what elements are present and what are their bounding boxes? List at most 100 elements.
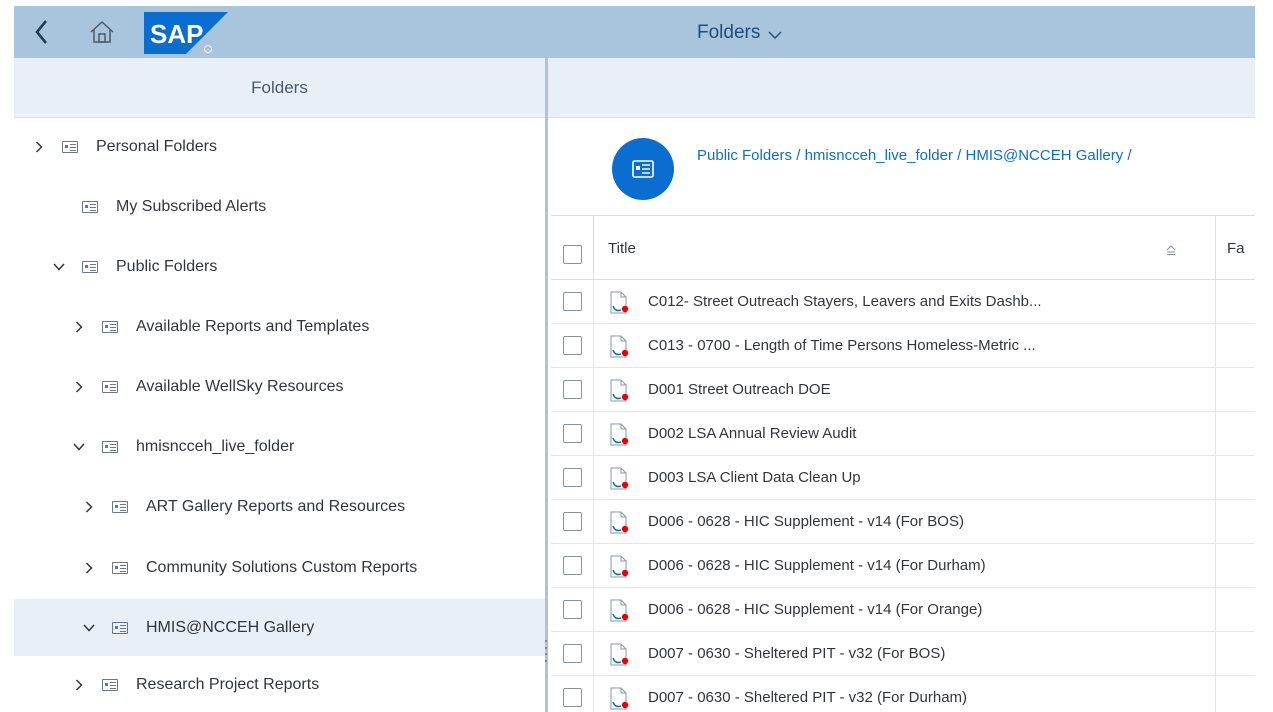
- row-select-cell: [551, 412, 594, 455]
- column-header-title[interactable]: Title: [608, 240, 636, 257]
- document-title-link[interactable]: D001 Street Outreach DOE: [648, 381, 831, 398]
- tree-item[interactable]: Community Solutions Custom Reports: [14, 537, 545, 599]
- chevron-right-icon[interactable]: [72, 320, 86, 334]
- folder-tree-title: Folders: [251, 77, 308, 97]
- table-body: C012- Street Outreach Stayers, Leavers a…: [551, 280, 1255, 712]
- tree-item-label: My Subscribed Alerts: [116, 198, 267, 215]
- chevron-right-icon[interactable]: [82, 561, 96, 575]
- table-row[interactable]: C012- Street Outreach Stayers, Leavers a…: [551, 280, 1255, 324]
- document-title-link[interactable]: D006 - 0628 - HIC Supplement - v14 (For …: [648, 557, 986, 574]
- document-title-link[interactable]: C012- Street Outreach Stayers, Leavers a…: [648, 293, 1042, 310]
- svg-text:SAP: SAP: [150, 19, 203, 49]
- folder-avatar: [612, 138, 674, 200]
- crystal-report-icon: [609, 555, 631, 579]
- row-select-cell: [551, 456, 594, 499]
- table-row[interactable]: D006 - 0628 - HIC Supplement - v14 (For …: [551, 588, 1255, 632]
- folder-content-panel: Public Folders / hmisncceh_live_folder /…: [548, 58, 1255, 712]
- tree-item[interactable]: Public Folders: [14, 237, 545, 297]
- crystal-report-icon: [609, 687, 631, 711]
- table-row[interactable]: D007 - 0630 - Sheltered PIT - v32 (For B…: [551, 632, 1255, 676]
- breadcrumb-hmisncceh-live-folder[interactable]: hmisncceh_live_folder: [805, 147, 953, 164]
- row-checkbox[interactable]: [562, 688, 582, 707]
- folder-icon: [112, 501, 128, 513]
- folder-icon: [632, 160, 654, 178]
- folder-icon: [82, 261, 98, 273]
- row-select-cell: [551, 500, 594, 543]
- crystal-report-icon: [609, 599, 631, 623]
- crystal-report-icon: [609, 335, 631, 359]
- chevron-right-icon[interactable]: [72, 678, 86, 692]
- tree-item-label: Available WellSky Resources: [136, 378, 344, 395]
- row-select-cell: [551, 324, 594, 367]
- row-checkbox[interactable]: [562, 424, 582, 443]
- row-checkbox[interactable]: [562, 292, 582, 311]
- table-row[interactable]: D006 - 0628 - HIC Supplement - v14 (For …: [551, 500, 1255, 544]
- tree-item[interactable]: HMIS@NCCEH Gallery: [14, 599, 545, 656]
- tree-item-label: Public Folders: [116, 258, 218, 275]
- chevron-down-icon[interactable]: [82, 621, 96, 635]
- tree-item[interactable]: My Subscribed Alerts: [14, 177, 545, 237]
- sap-logo: SAP: [144, 12, 228, 54]
- row-checkbox[interactable]: [562, 336, 582, 355]
- folder-icon: [112, 562, 128, 574]
- table-row[interactable]: D003 LSA Client Data Clean Up: [551, 456, 1255, 500]
- document-title-link[interactable]: D007 - 0630 - Sheltered PIT - v32 (For D…: [648, 689, 967, 706]
- document-title-link[interactable]: D002 LSA Annual Review Audit: [648, 425, 856, 442]
- sort-icon[interactable]: [1165, 244, 1177, 256]
- chevron-right-icon[interactable]: [32, 140, 46, 154]
- breadcrumb-public-folders[interactable]: Public Folders: [697, 147, 792, 164]
- breadcrumb-hmis-ncceh-gallery[interactable]: HMIS@NCCEH Gallery: [966, 147, 1124, 164]
- table-row[interactable]: C013 - 0700 - Length of Time Persons Hom…: [551, 324, 1255, 368]
- tree-item-label: hmisncceh_live_folder: [136, 438, 295, 455]
- document-title-link[interactable]: C013 - 0700 - Length of Time Persons Hom…: [648, 337, 1036, 354]
- chevron-down-icon[interactable]: [52, 260, 66, 274]
- row-checkbox[interactable]: [562, 468, 582, 487]
- folder-tree-header: Folders: [14, 58, 545, 118]
- document-title-link[interactable]: D007 - 0630 - Sheltered PIT - v32 (For B…: [648, 645, 945, 662]
- column-divider: [1215, 544, 1216, 587]
- tree-item[interactable]: Personal Folders: [14, 118, 545, 176]
- folder-icon: [102, 321, 118, 333]
- row-checkbox[interactable]: [562, 556, 582, 575]
- breadcrumb-separator: /: [957, 147, 962, 164]
- row-checkbox[interactable]: [562, 600, 582, 619]
- crystal-report-icon: [609, 379, 631, 403]
- folder-icon: [102, 679, 118, 691]
- row-checkbox[interactable]: [562, 512, 582, 531]
- home-button[interactable]: [89, 20, 115, 44]
- folder-tree-panel: Folders Personal Folders My Subscribed Al…: [14, 58, 545, 712]
- chevron-right-icon[interactable]: [72, 380, 86, 394]
- document-title-link[interactable]: D006 - 0628 - HIC Supplement - v14 (For …: [648, 601, 982, 618]
- table-row[interactable]: D002 LSA Annual Review Audit: [551, 412, 1255, 456]
- column-divider: [1215, 216, 1216, 279]
- document-title-link[interactable]: D003 LSA Client Data Clean Up: [648, 469, 861, 486]
- back-button[interactable]: [32, 18, 52, 46]
- row-checkbox[interactable]: [562, 644, 582, 663]
- select-all-checkbox[interactable]: [562, 245, 582, 264]
- breadcrumb-separator: /: [1127, 147, 1132, 164]
- column-header-favorite[interactable]: Fa: [1227, 240, 1245, 257]
- row-checkbox[interactable]: [562, 380, 582, 399]
- table-row[interactable]: D007 - 0630 - Sheltered PIT - v32 (For D…: [551, 676, 1255, 712]
- column-divider: [1215, 412, 1216, 455]
- tree-item[interactable]: ART Gallery Reports and Resources: [14, 477, 545, 537]
- breadcrumb: Public Folders / hmisncceh_live_folder /…: [697, 147, 1132, 164]
- tree-item[interactable]: hmisncceh_live_folder: [14, 417, 545, 477]
- table-row[interactable]: D001 Street Outreach DOE: [551, 368, 1255, 412]
- select-all-cell: [551, 216, 594, 279]
- document-title-link[interactable]: D006 - 0628 - HIC Supplement - v14 (For …: [648, 513, 964, 530]
- tree-item-label: ART Gallery Reports and Resources: [146, 498, 406, 515]
- tree-item[interactable]: Available WellSky Resources: [14, 357, 545, 417]
- crystal-report-icon: [609, 643, 631, 667]
- header-folders-menu[interactable]: Folders: [697, 22, 782, 44]
- table-row[interactable]: D006 - 0628 - HIC Supplement - v14 (For …: [551, 544, 1255, 588]
- chevron-down-icon[interactable]: [72, 440, 86, 454]
- shell-bar: SAP Folders: [14, 6, 1255, 58]
- tree-item[interactable]: Research Project Reports: [14, 658, 545, 712]
- tree-item-label: HMIS@NCCEH Gallery: [146, 618, 315, 636]
- chevron-right-icon[interactable]: [82, 500, 96, 514]
- folder-icon: [102, 441, 118, 453]
- tree-item[interactable]: Available Reports and Templates: [14, 297, 545, 357]
- column-divider: [1215, 280, 1216, 323]
- home-icon: [90, 20, 114, 43]
